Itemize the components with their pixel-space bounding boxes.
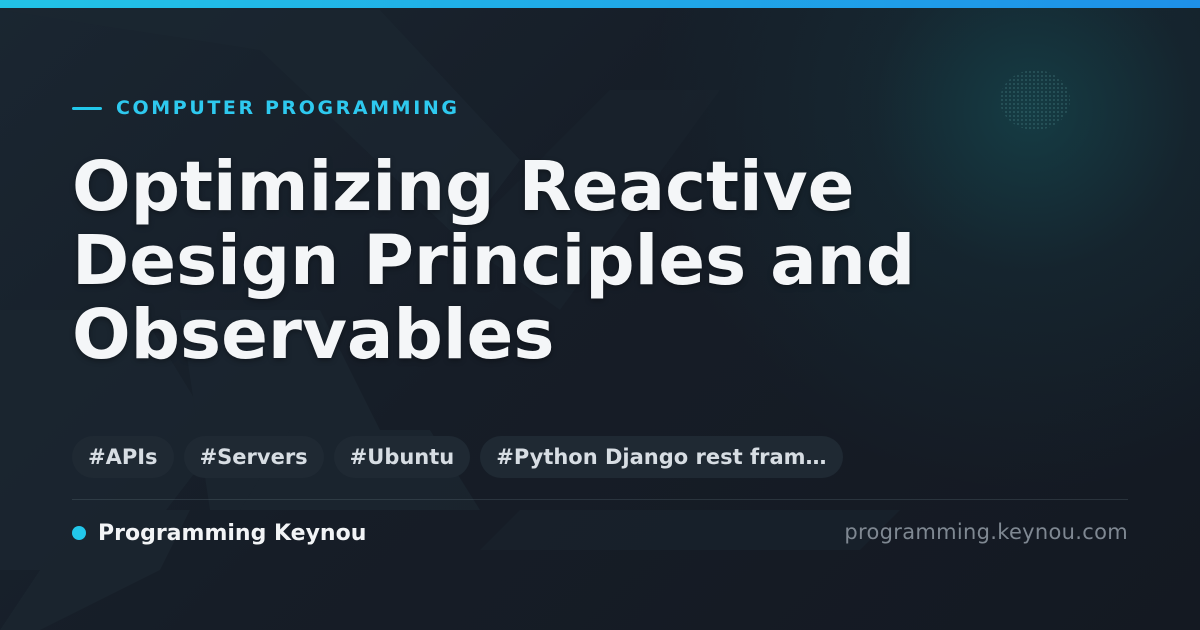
accent-line-icon	[72, 106, 102, 110]
top-accent-bar	[0, 0, 1200, 8]
site-brand: Programming Keynou	[72, 518, 366, 548]
category-text: COMPUTER PROGRAMMING	[116, 97, 460, 119]
tag-list: #APIs #Servers #Ubuntu #Python Django re…	[72, 436, 843, 478]
footer-divider	[72, 499, 1128, 500]
page-title: Optimizing Reactive Design Principles an…	[72, 150, 972, 372]
tag-apis[interactable]: #APIs	[72, 436, 174, 478]
tag-ubuntu[interactable]: #Ubuntu	[333, 436, 471, 478]
tag-servers[interactable]: #Servers	[183, 436, 324, 478]
site-name: Programming Keynou	[98, 520, 367, 546]
title-line: Design Principles and	[72, 221, 916, 301]
title-line: Observables	[72, 295, 555, 375]
tag-python-django[interactable]: #Python Django rest fram…	[480, 436, 843, 478]
site-dot-icon	[72, 526, 86, 540]
decorative-dot-pattern	[1000, 70, 1070, 130]
site-domain: programming.keynou.com	[844, 520, 1128, 544]
title-line: Optimizing Reactive	[72, 147, 855, 227]
category-label: COMPUTER PROGRAMMING	[72, 94, 460, 122]
